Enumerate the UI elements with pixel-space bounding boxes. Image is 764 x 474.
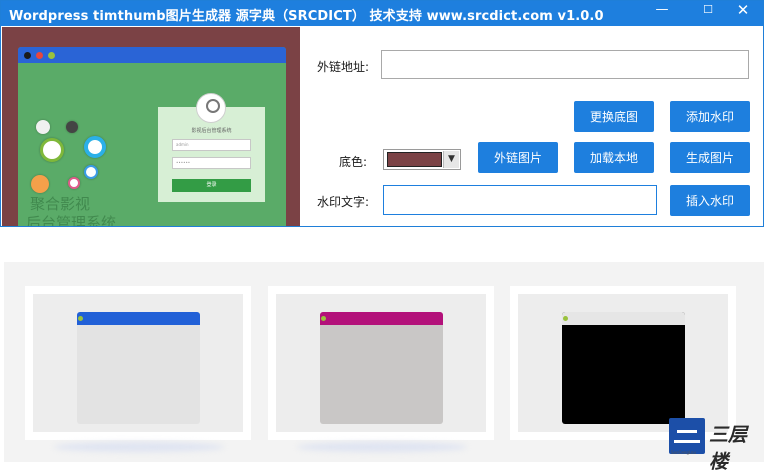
template-window-bar: [77, 312, 200, 325]
logo-subtext: SanCengLou: [671, 450, 696, 455]
load-local-button[interactable]: 加载本地: [574, 142, 654, 173]
window-title: Wordpress timthumb图片生成器 源字典（SRCDICT） 技术支…: [9, 9, 604, 24]
youku-icon: [68, 177, 80, 189]
site-watermark-logo: 三层楼 SanCengLou: [669, 418, 761, 473]
title-bar[interactable]: Wordpress timthumb图片生成器 源字典（SRCDICT） 技术支…: [1, 1, 763, 26]
user-avatar-icon: [196, 93, 226, 123]
bgcolor-label: 底色:: [339, 155, 368, 169]
generate-image-button[interactable]: 生成图片: [670, 142, 750, 173]
template-preview-window: [562, 312, 685, 424]
watermark-text-input[interactable]: [383, 185, 657, 215]
template-window-bar: [562, 312, 685, 325]
template-card-3[interactable]: [510, 286, 736, 440]
template-window-bar: [320, 312, 443, 325]
template-thumbnail: [276, 294, 486, 432]
card-shadow: [297, 442, 467, 452]
preview-login-box: 影视后台管理系统 admin •••••• 登录: [158, 93, 265, 202]
add-watermark-button[interactable]: 添加水印: [670, 101, 750, 132]
bgcolor-swatch: [387, 152, 442, 167]
window-dot-icon: [78, 316, 83, 321]
link-image-button[interactable]: 外链图片: [478, 142, 558, 173]
change-background-button[interactable]: 更换底图: [574, 101, 654, 132]
preview-username-field: admin: [172, 139, 251, 151]
avatar-icon: [66, 121, 78, 133]
preview-dot-icon: [24, 52, 31, 59]
preview-password-field: ••••••: [172, 157, 251, 169]
template-card-1[interactable]: [25, 286, 251, 440]
logo-icon: [669, 418, 705, 454]
minimize-button[interactable]: —: [647, 1, 677, 26]
preview-caption-line2: 后台管理系统: [26, 214, 117, 226]
template-thumbnail: [518, 294, 728, 432]
link-address-input[interactable]: [381, 50, 749, 79]
template-preview-window: [77, 312, 200, 424]
template-thumbnail: [33, 294, 243, 432]
qiyi-icon: [40, 138, 64, 162]
close-button[interactable]: ✕: [728, 1, 758, 26]
bgcolor-picker[interactable]: ▼: [383, 149, 461, 170]
template-gallery: [4, 262, 764, 462]
link-address-label: 外链地址:: [317, 60, 370, 74]
app-window: Wordpress timthumb图片生成器 源字典（SRCDICT） 技术支…: [0, 0, 764, 227]
preview-dot-icon: [36, 52, 43, 59]
mgtv-icon: [31, 175, 49, 193]
preview-login-title: 影视后台管理系统: [191, 128, 232, 134]
pptv-icon: [84, 165, 98, 179]
watermark-text-label: 水印文字:: [317, 195, 370, 209]
template-preview-window: [320, 312, 443, 424]
preview-screenshot: 聚合影视 后台管理系统 影视后台管理系统 admin •••••• 登录: [18, 47, 286, 226]
window-dot-icon: [321, 316, 326, 321]
card-shadow: [54, 442, 224, 452]
template-card-2[interactable]: [268, 286, 494, 440]
preview-login-button: 登录: [172, 179, 251, 192]
chevron-down-icon[interactable]: ▼: [443, 151, 459, 168]
preview-caption-line1: 聚合影视: [30, 195, 91, 213]
tencent-video-icon: [84, 136, 106, 158]
window-dot-icon: [563, 316, 568, 321]
image-preview: 聚合影视 后台管理系统 影视后台管理系统 admin •••••• 登录: [2, 27, 300, 226]
logo-text: 三层楼: [709, 424, 748, 473]
preview-dot-icon: [48, 52, 55, 59]
maximize-button[interactable]: ☐: [693, 1, 723, 26]
preview-window-bar: [18, 47, 286, 63]
bili-icon: [36, 120, 50, 134]
insert-watermark-button[interactable]: 插入水印: [670, 185, 750, 216]
